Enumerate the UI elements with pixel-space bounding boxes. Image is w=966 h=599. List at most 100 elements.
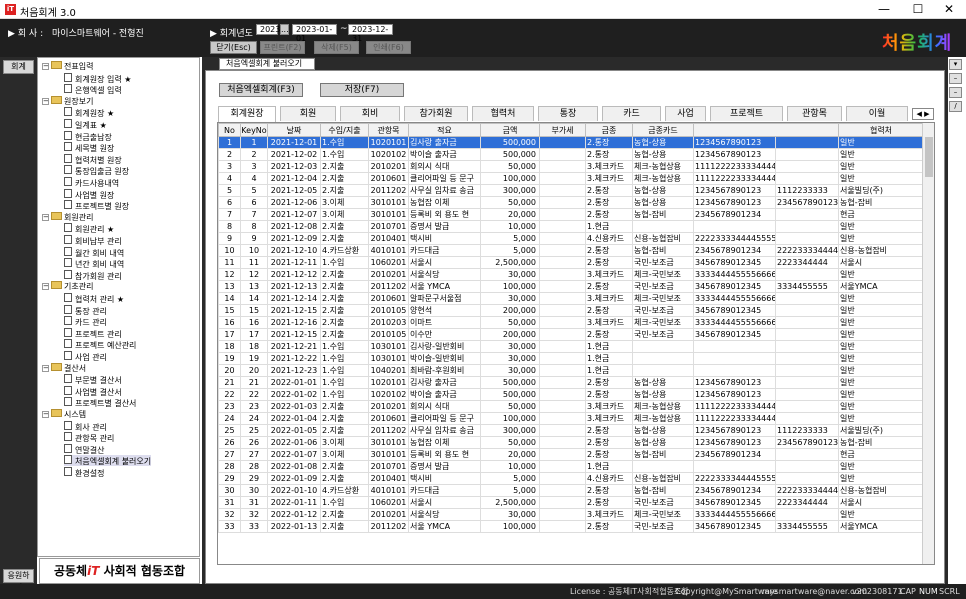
table-cell[interactable]: 21 [218, 376, 241, 389]
table-cell[interactable]: 2.통장 [585, 436, 633, 449]
table-cell[interactable]: 박이슬 출자금 [408, 148, 481, 161]
table-cell[interactable]: 농협잡 이체 [408, 196, 481, 209]
tab-excel-import[interactable]: 처음엑셀회계 불러오기 ✕ [219, 58, 315, 78]
table-cell[interactable]: 농협-잡비 [632, 208, 694, 221]
table-cell[interactable]: 3.체크카드 [585, 160, 633, 173]
load-excel-button[interactable]: 처음엑셀회계(F3) [219, 83, 303, 97]
table-cell[interactable]: 서울 YMCA [408, 520, 481, 533]
table-cell[interactable]: 신용-농협잡비 [838, 484, 924, 497]
table-cell[interactable] [539, 496, 586, 509]
table-cell[interactable]: 농협-상용 [632, 436, 694, 449]
table-cell[interactable]: 30,000 [480, 508, 540, 521]
table-cell[interactable]: 일반 [838, 508, 924, 521]
table-row[interactable]: 15 15 2021-12-15 2.지출 2010105 양현석 200,000 2.통장 국… [218, 304, 924, 317]
tree-folder[interactable]: − 기초관리 [42, 281, 93, 292]
tree-folder[interactable]: − 시스템 [42, 409, 86, 420]
table-cell[interactable]: 서울빌딩(주) [838, 424, 924, 437]
table-cell[interactable]: 200,000 [480, 304, 540, 317]
table-cell[interactable]: 일반 [838, 412, 924, 425]
table-cell[interactable] [693, 352, 776, 365]
table-cell[interactable]: 300,000 [480, 184, 540, 197]
table-row[interactable]: 30 30 2022-01-10 4.카드상환 4010101 카드대금 5,000 2.통장… [218, 484, 924, 497]
table-cell[interactable]: 1020101 [368, 136, 409, 149]
table-cell[interactable]: 2010105 [368, 304, 409, 317]
table-cell[interactable]: 3 [218, 160, 241, 173]
table-cell[interactable]: 3.체크카드 [585, 268, 633, 281]
table-cell[interactable]: 3333444455556666 [693, 316, 776, 329]
table-cell[interactable]: 30 [218, 484, 241, 497]
table-cell[interactable]: 24 [218, 412, 241, 425]
table-cell[interactable] [539, 304, 586, 317]
table-cell[interactable] [539, 268, 586, 281]
table-row[interactable]: 19 19 2021-12-22 1.수입 1030101 박이슬-일반회비 30,000 1… [218, 352, 924, 365]
table-cell[interactable]: 1060201 [368, 256, 409, 269]
table-cell[interactable]: 33 [240, 520, 268, 533]
table-cell[interactable]: 3333444455556666 [693, 292, 776, 305]
table-cell[interactable]: 서울YMCA [838, 280, 924, 293]
table-cell[interactable]: 2010201 [368, 160, 409, 173]
column-header[interactable]: No [218, 123, 241, 137]
table-cell[interactable] [775, 364, 839, 377]
table-cell[interactable]: 2.지출 [320, 172, 369, 185]
tree-item[interactable]: 프로젝트 예산관리 [64, 339, 136, 350]
table-cell[interactable]: 2223344444 [775, 256, 839, 269]
table-cell[interactable] [775, 220, 839, 233]
table-cell[interactable]: 2022-01-04 [267, 412, 321, 425]
panel-minimize-icon[interactable]: – [949, 73, 962, 84]
table-cell[interactable]: 31 [218, 496, 241, 509]
table-cell[interactable]: 1.수입 [320, 136, 369, 149]
table-cell[interactable]: 2021-12-05 [267, 184, 321, 197]
table-cell[interactable]: 5,000 [480, 472, 540, 485]
table-row[interactable]: 22 22 2022-01-02 1.수입 1020102 박이슬 출자금 500,000 2… [218, 388, 924, 401]
table-cell[interactable]: 20 [218, 364, 241, 377]
table-cell[interactable]: 1.수입 [320, 352, 369, 365]
table-cell[interactable]: 1111222233334444 [693, 400, 776, 413]
tree-item[interactable]: 세목별 원장 [64, 142, 114, 153]
table-row[interactable]: 28 28 2022-01-08 2.지출 2010701 증명서 발급 10,000 1.현… [218, 460, 924, 473]
table-cell[interactable]: 일반 [838, 340, 924, 353]
collapse-icon[interactable]: − [42, 213, 49, 221]
tree-item[interactable]: 사업별 원장 [64, 188, 114, 200]
table-row[interactable]: 16 16 2021-12-16 2.지출 2010203 이마트 50,000 3.체크카드… [218, 316, 924, 329]
tree-item[interactable]: 년간 회비 내역 [64, 258, 124, 269]
table-cell[interactable]: 30 [240, 484, 268, 497]
table-cell[interactable]: 2.지출 [320, 220, 369, 233]
table-cell[interactable]: 1234567890123 [693, 388, 776, 401]
table-cell[interactable]: 2021-12-06 [267, 196, 321, 209]
table-cell[interactable]: 2010203 [368, 316, 409, 329]
table-cell[interactable] [539, 220, 586, 233]
tree-item[interactable]: 일계표 ★ [64, 119, 107, 130]
tree-item[interactable]: 카드 관리 [64, 316, 107, 327]
tree-item[interactable]: 은행엑셀 입력 [64, 84, 122, 95]
table-cell[interactable]: 2.지출 [320, 400, 369, 413]
table-cell[interactable]: 23 [218, 400, 241, 413]
table-cell[interactable]: 2021-12-08 [267, 220, 321, 233]
table-cell[interactable] [775, 340, 839, 353]
table-cell[interactable]: 2,500,000 [480, 496, 540, 509]
table-cell[interactable]: 2022-01-08 [267, 460, 321, 473]
tree-item[interactable]: 통장 관리 [64, 304, 107, 316]
table-cell[interactable]: 4010101 [368, 484, 409, 497]
table-row[interactable]: 13 13 2021-12-13 2.지출 2011202 서울 YMCA 100,000 2… [218, 280, 924, 293]
table-cell[interactable]: 3456789012345 [693, 328, 776, 341]
table-row[interactable]: 1 1 2021-12-01 1.수입 1020101 김사랑 출자금 500,000 2.통… [218, 136, 924, 149]
table-cell[interactable] [775, 268, 839, 281]
table-cell[interactable]: 1111222233334444 [693, 160, 776, 173]
table-cell[interactable]: 2.통장 [585, 304, 633, 317]
table-cell[interactable]: 2222333344445555 [693, 472, 776, 485]
table-cell[interactable]: 1.현금 [585, 352, 633, 365]
tree-folder[interactable]: − 회원관리 [42, 211, 93, 223]
table-cell[interactable] [539, 292, 586, 305]
table-cell[interactable]: 200,000 [480, 328, 540, 341]
table-cell[interactable]: 2.통장 [585, 184, 633, 197]
collapse-icon[interactable]: − [42, 364, 49, 372]
table-cell[interactable]: 10 [240, 244, 268, 257]
table-cell[interactable] [775, 292, 839, 305]
table-row[interactable]: 5 5 2021-12-05 2.지출 2011202 사무실 임차료 송금 300,000… [218, 184, 924, 197]
table-cell[interactable]: 4.카드상환 [320, 244, 369, 257]
table-cell[interactable]: 30,000 [480, 292, 540, 305]
tree-item[interactable]: 사업 관리 [64, 351, 107, 362]
table-row[interactable]: 33 33 2022-01-13 2.지출 2011202 서울 YMCA 100,000 2… [218, 520, 924, 533]
table-row[interactable]: 32 32 2022-01-12 2.지출 2010201 서울식당 30,000 3.체크카… [218, 508, 924, 521]
table-cell[interactable]: 15 [218, 304, 241, 317]
